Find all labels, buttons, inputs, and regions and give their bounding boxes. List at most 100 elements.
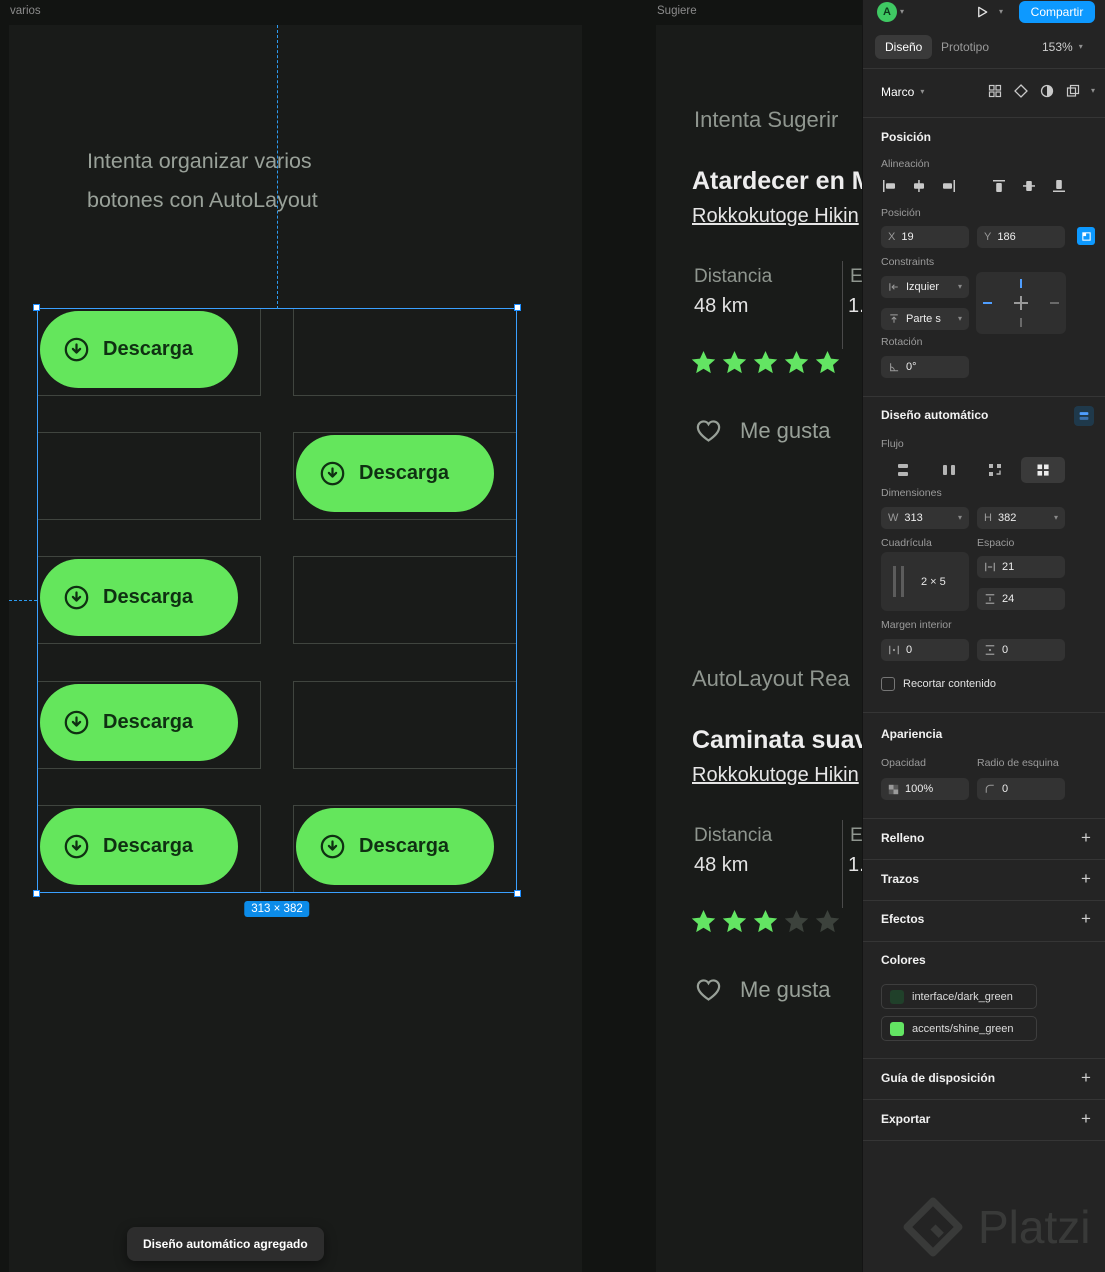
flow-vertical-button[interactable] <box>881 457 925 483</box>
card-heading[interactable]: Caminata suav <box>692 726 863 755</box>
avatar[interactable]: A <box>877 2 897 22</box>
like-row[interactable]: Me gusta <box>694 975 831 1004</box>
flow-horizontal-button[interactable] <box>927 457 971 483</box>
align-bottom-icon[interactable] <box>1051 178 1067 194</box>
frame-label-varios[interactable]: varios <box>10 5 41 17</box>
autolayout-grid-selection[interactable]: Descarga Descarga Descarga Descarga Desc… <box>33 304 521 917</box>
selection-size-badge: 313 × 382 <box>244 901 310 917</box>
descarga-button[interactable]: Descarga <box>296 435 494 512</box>
selection-type-dropdown[interactable]: Marco ▾ <box>881 85 924 99</box>
grid-cell[interactable]: Descarga <box>293 805 517 893</box>
grid-cell-empty[interactable] <box>293 556 517 644</box>
stat-value[interactable]: 48 km <box>694 295 748 318</box>
absolute-position-toggle[interactable] <box>1077 227 1095 245</box>
layout-grid-icon[interactable] <box>987 83 1003 99</box>
align-left-icon[interactable] <box>881 178 897 194</box>
stat-value[interactable]: 1. <box>848 854 863 877</box>
divider <box>863 859 1105 860</box>
share-button[interactable]: Compartir <box>1019 1 1095 23</box>
horizontal-padding-field[interactable]: 0 <box>881 639 969 661</box>
stat-value[interactable]: 48 km <box>694 854 748 877</box>
height-field[interactable]: H 382 ▾ <box>977 507 1065 529</box>
vertical-padding-field[interactable]: 0 <box>977 639 1065 661</box>
card-link[interactable]: Rokkokutoge Hikin <box>692 764 859 787</box>
opacity-field[interactable]: 100% <box>881 778 969 800</box>
like-row[interactable]: Me gusta <box>694 416 831 445</box>
horizontal-gap-field[interactable]: 21 <box>977 556 1065 578</box>
clip-content-label[interactable]: Recortar contenido <box>903 678 996 690</box>
present-play-icon[interactable] <box>975 5 990 20</box>
grid-cell-empty[interactable] <box>293 681 517 769</box>
flow-grid-button[interactable] <box>1021 457 1065 483</box>
stat-divider <box>842 820 843 908</box>
card-heading[interactable]: Atardecer en M <box>692 167 863 196</box>
frame-title-text[interactable]: Intenta Sugerir <box>694 107 838 133</box>
stat-value[interactable]: 1. <box>848 295 863 318</box>
selection-handle-bl[interactable] <box>33 890 40 897</box>
vertical-gap-field[interactable]: 24 <box>977 588 1065 610</box>
rotation-field[interactable]: 0° <box>881 356 969 378</box>
mask-icon[interactable] <box>1039 83 1055 99</box>
section-label[interactable]: AutoLayout Rea <box>692 666 850 692</box>
descarga-button[interactable]: Descarga <box>296 808 494 885</box>
zoom-control[interactable]: 153% ▾ <box>1042 40 1083 54</box>
frame-title-text[interactable]: Intenta organizar varios botones con Aut… <box>87 142 318 220</box>
clip-content-checkbox[interactable] <box>881 677 895 691</box>
horizontal-constraint-select[interactable]: Izquier ▾ <box>881 276 969 298</box>
corner-radius-field[interactable]: 0 <box>977 778 1065 800</box>
grid-cell-empty[interactable] <box>293 308 517 396</box>
angle-icon <box>890 363 899 372</box>
stat-label[interactable]: Distancia <box>694 266 772 288</box>
stat-label[interactable]: Distancia <box>694 825 772 847</box>
descarga-button[interactable]: Descarga <box>40 684 238 761</box>
present-chevron-icon[interactable]: ▾ <box>999 8 1003 16</box>
avatar-chevron-icon[interactable]: ▾ <box>900 8 904 16</box>
frame-label-sugiere[interactable]: Sugiere <box>657 5 697 17</box>
add-layout-guide-button[interactable]: + <box>1078 1069 1094 1086</box>
divider <box>863 900 1105 901</box>
autolayout-active-toggle[interactable] <box>1074 406 1094 426</box>
add-stroke-button[interactable]: + <box>1078 870 1094 887</box>
button-label: Descarga <box>103 586 194 608</box>
rating-stars[interactable] <box>690 349 841 376</box>
align-middle-vertical-icon[interactable] <box>1021 178 1037 194</box>
stat-label[interactable]: E <box>850 825 863 847</box>
tab-prototype[interactable]: Prototipo <box>941 40 989 54</box>
width-field[interactable]: W 313 ▾ <box>881 507 969 529</box>
grid-cell[interactable]: Descarga <box>293 432 517 520</box>
y-position-field[interactable]: Y 186 <box>977 226 1065 248</box>
selection-handle-tl[interactable] <box>33 304 40 311</box>
x-position-field[interactable]: X 19 <box>881 226 969 248</box>
stat-label[interactable]: E <box>850 266 863 288</box>
grid-cell[interactable]: Descarga <box>37 805 261 893</box>
selection-handle-tr[interactable] <box>514 304 521 311</box>
color-style-dark-green[interactable]: interface/dark_green <box>881 984 1037 1009</box>
vertical-constraint-select[interactable]: Parte s ▾ <box>881 308 969 330</box>
descarga-button[interactable]: Descarga <box>40 311 238 388</box>
grid-cell[interactable]: Descarga <box>37 681 261 769</box>
card-link[interactable]: Rokkokutoge Hikin <box>692 205 859 228</box>
grid-cell[interactable]: Descarga <box>37 308 261 396</box>
rating-stars[interactable] <box>690 908 841 935</box>
align-top-icon[interactable] <box>991 178 1007 194</box>
grid-cell-empty[interactable] <box>37 432 261 520</box>
color-style-shine-green[interactable]: accents/shine_green <box>881 1016 1037 1041</box>
grid-size-widget[interactable]: 2 × 5 <box>881 552 969 611</box>
constraints-widget[interactable] <box>976 272 1066 339</box>
descarga-button[interactable]: Descarga <box>40 808 238 885</box>
component-icon[interactable] <box>1013 83 1029 99</box>
grid-cell[interactable]: Descarga <box>37 556 261 644</box>
styles-chevron-icon[interactable]: ▾ <box>1091 87 1095 95</box>
add-effect-button[interactable]: + <box>1078 910 1094 927</box>
add-export-button[interactable]: + <box>1078 1110 1094 1127</box>
styles-icon[interactable] <box>1065 83 1081 99</box>
descarga-button[interactable]: Descarga <box>40 559 238 636</box>
flow-wrap-button[interactable] <box>973 457 1017 483</box>
align-right-icon[interactable] <box>941 178 957 194</box>
tab-design[interactable]: Diseño <box>875 35 933 59</box>
selection-handle-br[interactable] <box>514 890 521 897</box>
add-fill-button[interactable]: + <box>1078 829 1094 846</box>
canvas-frame-varios[interactable]: Intenta organizar varios botones con Aut… <box>9 25 582 1272</box>
canvas-frame-sugiere[interactable]: Intenta Sugerir Atardecer en M Rokkokuto… <box>656 25 863 1272</box>
align-center-horizontal-icon[interactable] <box>911 178 927 194</box>
